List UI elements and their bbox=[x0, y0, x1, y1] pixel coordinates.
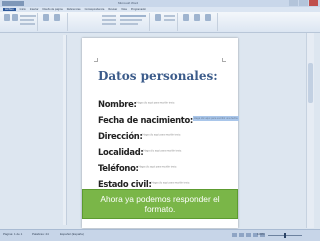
tab-vista[interactable]: Vista bbox=[121, 8, 127, 11]
field-label: Estado civil: bbox=[98, 179, 152, 189]
content-control-telefono[interactable]: Haga clic aquí para escribir texto. bbox=[139, 165, 178, 168]
properties-button[interactable] bbox=[120, 19, 142, 21]
caption-overlay: Ahora ya podemos responder el formato. bbox=[82, 189, 238, 219]
vertical-scrollbar[interactable] bbox=[306, 33, 314, 228]
title-bar: Microsoft Word bbox=[0, 0, 320, 7]
maximize-button[interactable] bbox=[299, 0, 308, 6]
field-label: Dirección: bbox=[98, 131, 143, 141]
addins-icon[interactable] bbox=[43, 14, 49, 21]
structure-icon[interactable] bbox=[155, 14, 161, 21]
document-template-icon[interactable] bbox=[205, 14, 211, 21]
control-aa-button[interactable] bbox=[102, 15, 116, 17]
content-control-localidad[interactable]: Haga clic aquí para escribir texto. bbox=[143, 149, 182, 152]
restrict-editing-icon[interactable] bbox=[194, 14, 200, 21]
caption-text: Ahora ya podemos responder el formato. bbox=[100, 194, 220, 214]
com-addins-icon[interactable] bbox=[54, 14, 60, 21]
web-layout-view-icon[interactable] bbox=[246, 233, 251, 237]
content-control-estado-civil[interactable]: Haga clic aquí para escribir texto. bbox=[152, 181, 191, 184]
language-indicator[interactable]: Español (España) bbox=[60, 232, 84, 236]
zoom-slider[interactable] bbox=[268, 233, 302, 238]
ribbon-group-code bbox=[2, 13, 38, 31]
minimize-button[interactable] bbox=[289, 0, 298, 6]
word-count[interactable]: Palabras: 24 bbox=[32, 232, 49, 236]
ribbon-group-addins bbox=[40, 13, 68, 31]
close-button[interactable] bbox=[309, 0, 318, 6]
group-button[interactable] bbox=[120, 23, 138, 25]
tab-diseno[interactable]: Diseño de página bbox=[43, 8, 63, 11]
tab-inicio[interactable]: Inicio bbox=[20, 8, 26, 11]
field-label: Nombre: bbox=[98, 99, 137, 109]
schema-button[interactable] bbox=[164, 15, 175, 17]
crop-mark bbox=[94, 58, 98, 62]
page-count[interactable]: Página: 1 de 1 bbox=[3, 232, 22, 236]
visual-basic-icon[interactable] bbox=[4, 14, 10, 21]
tab-correspondencia[interactable]: Correspondencia bbox=[85, 8, 105, 11]
tab-insertar[interactable]: Insertar bbox=[30, 8, 39, 11]
tab-archivo[interactable]: Archivo bbox=[3, 8, 16, 11]
field-label: Fecha de nacimiento: bbox=[98, 115, 193, 125]
crop-mark bbox=[222, 58, 226, 62]
content-control-direccion[interactable]: Haga clic aquí para escribir texto. bbox=[143, 133, 182, 136]
zoom-slider-knob[interactable] bbox=[284, 233, 286, 238]
field-label: Teléfono: bbox=[98, 163, 139, 173]
tab-programador[interactable]: Programador bbox=[131, 8, 146, 11]
ribbon bbox=[0, 12, 320, 33]
ribbon-group-xml bbox=[152, 13, 178, 31]
quick-access-toolbar[interactable] bbox=[2, 1, 24, 6]
ribbon-group-controls bbox=[100, 13, 150, 31]
control-legacy-button[interactable] bbox=[102, 23, 116, 25]
window-title: Microsoft Word bbox=[118, 1, 139, 5]
macros-icon[interactable] bbox=[12, 14, 18, 21]
record-macro-button[interactable] bbox=[20, 15, 36, 17]
tab-referencias[interactable]: Referencias bbox=[67, 8, 81, 11]
block-authors-icon[interactable] bbox=[183, 14, 189, 21]
zoom-level[interactable]: 100% bbox=[257, 232, 265, 236]
control-picture-button[interactable] bbox=[102, 19, 116, 21]
macro-security-button[interactable] bbox=[20, 23, 35, 25]
tab-revisar[interactable]: Revisar bbox=[108, 8, 117, 11]
print-layout-view-icon[interactable] bbox=[232, 233, 237, 237]
content-control-nombre[interactable]: Haga clic aquí para escribir texto. bbox=[137, 101, 176, 104]
full-screen-view-icon[interactable] bbox=[239, 233, 244, 237]
pause-recording-button[interactable] bbox=[20, 19, 34, 21]
design-mode-button[interactable] bbox=[120, 15, 146, 17]
vertical-ruler bbox=[63, 35, 67, 225]
window-controls bbox=[289, 0, 318, 6]
status-bar: Página: 1 de 1 Palabras: 24 Español (Esp… bbox=[0, 229, 320, 241]
scrollbar-thumb[interactable] bbox=[308, 63, 313, 103]
document-heading: Datos personales: bbox=[98, 69, 218, 83]
date-picker-control[interactable]: Haga clic aquí para escribir una fecha. bbox=[192, 116, 240, 122]
ribbon-group-protect bbox=[180, 13, 218, 31]
field-label: Localidad: bbox=[98, 147, 144, 157]
transform-button[interactable] bbox=[164, 19, 175, 21]
